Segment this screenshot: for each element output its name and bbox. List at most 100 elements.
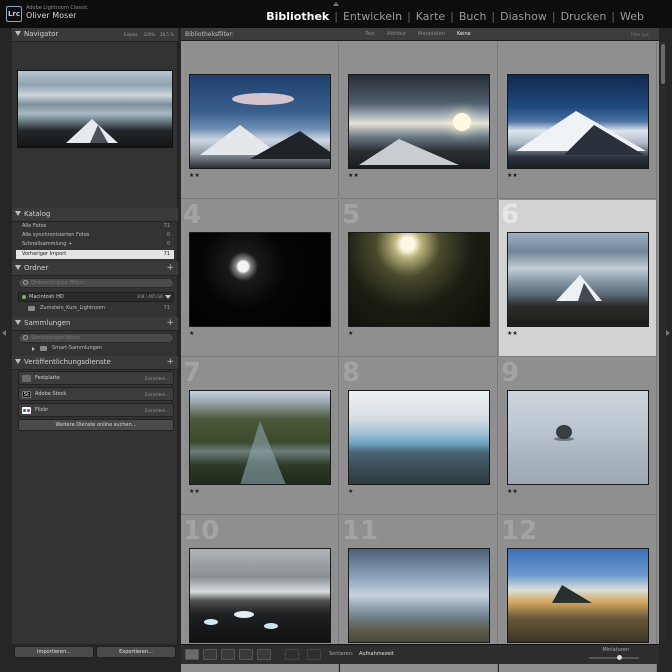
photo-rating[interactable]: ★ (348, 330, 353, 337)
lightroom-window: Lrc Adobe Lightroom Classic Oliver Moser… (0, 0, 672, 672)
loupe-view-icon[interactable] (203, 649, 217, 660)
module-buch[interactable]: Buch (459, 10, 487, 23)
sort-select[interactable]: Aufnahmezeit (359, 651, 394, 657)
thumbnail-size-slider[interactable] (589, 655, 639, 660)
right-panel-toggle-icon[interactable] (666, 330, 670, 336)
scrollbar-thumb[interactable] (661, 44, 665, 84)
catalog-header[interactable]: Katalog (12, 208, 178, 222)
photo-cell[interactable]: 8 ★ (340, 358, 498, 515)
grid-view-icon[interactable] (185, 649, 199, 660)
add-service-icon[interactable]: + (166, 357, 174, 368)
photo-thumbnail[interactable] (507, 74, 649, 169)
adobe-stock-icon: St (22, 391, 31, 398)
photo-thumbnail[interactable] (348, 390, 490, 485)
survey-view-icon[interactable] (239, 649, 253, 660)
photo-thumbnail[interactable] (348, 548, 490, 643)
module-karte[interactable]: Karte (416, 10, 445, 23)
photo-cell[interactable]: 4 ★ (181, 200, 339, 357)
collections-header[interactable]: Sammlungen + (12, 317, 178, 331)
photo-rating[interactable]: ★★ (507, 330, 518, 337)
service-setup-button[interactable]: Einrichten... (145, 408, 169, 413)
filter-state[interactable]: Filter aus (631, 32, 649, 37)
photo-thumbnail[interactable] (189, 548, 331, 643)
import-button[interactable]: Importieren... (14, 646, 94, 658)
photo-rating[interactable]: ★★ (507, 488, 518, 495)
photo-thumbnail[interactable] (189, 74, 331, 169)
photo-cell[interactable]: ★★ (181, 42, 339, 199)
photo-thumbnail[interactable] (507, 232, 649, 327)
left-panel: Navigator Einpas. 100% 28,5 % Katalog Al… (12, 28, 178, 644)
photo-rating[interactable]: ★★ (348, 172, 359, 179)
photo-cell[interactable]: 5 ★ (340, 200, 498, 357)
service-hard-drive[interactable]: Festplatte Einrichten... (18, 371, 174, 385)
photo-thumbnail[interactable] (348, 232, 490, 327)
add-folder-icon[interactable]: + (166, 263, 174, 274)
catalog-item-synced[interactable]: Alle synchronisierten Fotos 0 (16, 231, 174, 240)
module-diashow[interactable]: Diashow (500, 10, 547, 23)
publish-services-header[interactable]: Veröffentlichungsdienste + (12, 356, 178, 370)
navigator-zoom-options: Einpas. 100% 28,5 % (124, 32, 174, 37)
find-more-services-button[interactable]: Weitere Dienste online suchen... (18, 419, 174, 431)
zoom-fit[interactable]: Einpas. (124, 32, 139, 37)
folder-item[interactable]: Zumstein_Kurs_Lightroom 71 (18, 304, 174, 313)
photo-cell[interactable]: ★★ (499, 42, 657, 199)
module-web[interactable]: Web (620, 10, 644, 23)
service-adobe-stock[interactable]: St Adobe Stock Einrichten... (18, 387, 174, 401)
filter-tab-none[interactable]: Keine (457, 31, 471, 37)
folders-header[interactable]: Ordner + (12, 262, 178, 276)
photo-cell[interactable]: ★★ (340, 42, 498, 199)
filter-tab-metadata[interactable]: Metadaten (418, 31, 445, 37)
people-view-icon[interactable] (257, 649, 271, 660)
module-drucken[interactable]: Drucken (561, 10, 607, 23)
service-setup-button[interactable]: Einrichten... (145, 376, 169, 381)
zoom-custom[interactable]: 28,5 % (160, 32, 174, 37)
photo-index: 9 (501, 358, 520, 388)
volume-macintosh-hd[interactable]: Macintosh HD 308 / 465 GB (18, 292, 174, 302)
collection-filter-input[interactable] (31, 334, 169, 342)
photo-rating[interactable]: ★ (348, 488, 353, 495)
left-panel-toggle-icon[interactable] (2, 330, 6, 336)
folder-filter-field[interactable] (18, 278, 174, 288)
filter-tab-attribute[interactable]: Attribut (387, 31, 406, 37)
photo-rating[interactable]: ★ (189, 330, 194, 337)
folder-filter-input[interactable] (31, 279, 169, 287)
module-bibliothek[interactable]: Bibliothek (266, 10, 329, 23)
photo-rating[interactable]: ★★ (507, 172, 518, 179)
service-setup-button[interactable]: Einrichten... (145, 392, 169, 397)
filter-tab-text[interactable]: Text (365, 31, 375, 37)
smart-collections-item[interactable]: Smart-Sammlungen (18, 344, 174, 353)
catalog-item-quick-collection[interactable]: Schnellsammlung + 0 (16, 240, 174, 249)
spray-can-icon[interactable] (285, 649, 299, 660)
photo-thumbnail[interactable] (507, 548, 649, 643)
top-panel-toggle-icon[interactable] (333, 2, 339, 6)
photo-rating[interactable]: ★★ (189, 172, 200, 179)
photo-index: 4 (183, 200, 202, 230)
photo-thumbnail[interactable] (507, 390, 649, 485)
expand-triangle-icon[interactable] (32, 347, 35, 351)
collection-filter-field[interactable] (18, 333, 174, 343)
photo-cell-selected[interactable]: 6 ★★ (499, 200, 657, 357)
slider-handle[interactable] (617, 655, 622, 660)
zoom-100[interactable]: 100% (144, 32, 155, 37)
navigator-preview[interactable] (17, 70, 173, 148)
module-entwickeln[interactable]: Entwickeln (343, 10, 402, 23)
photo-thumbnail[interactable] (189, 390, 331, 485)
photo-cell[interactable]: 9 ★★ (499, 358, 657, 515)
photo-cell[interactable]: 7 ★★ (181, 358, 339, 515)
photo-rating[interactable]: ★★ (189, 488, 200, 495)
catalog-item-previous-import[interactable]: Vorheriger Import 71 (16, 250, 174, 259)
compare-view-icon[interactable] (221, 649, 235, 660)
collapse-triangle-icon (15, 359, 21, 364)
volume-expand-icon[interactable] (165, 295, 171, 299)
photo-thumbnail[interactable] (348, 74, 490, 169)
navigator-header[interactable]: Navigator Einpas. 100% 28,5 % (12, 28, 178, 42)
catalog-item-all-photos[interactable]: Alle Fotos 71 (16, 222, 174, 231)
service-flickr[interactable]: Flickr Einrichten... (18, 403, 174, 417)
sort-direction-icon[interactable] (307, 649, 321, 660)
photo-thumbnail[interactable] (189, 232, 331, 327)
photo-index: 6 (501, 200, 520, 230)
add-collection-icon[interactable]: + (166, 318, 174, 329)
filter-tabs: Text Attribut Metadaten Keine (365, 31, 471, 37)
export-button[interactable]: Exportieren... (96, 646, 176, 658)
grid-scrollbar[interactable] (660, 42, 666, 642)
